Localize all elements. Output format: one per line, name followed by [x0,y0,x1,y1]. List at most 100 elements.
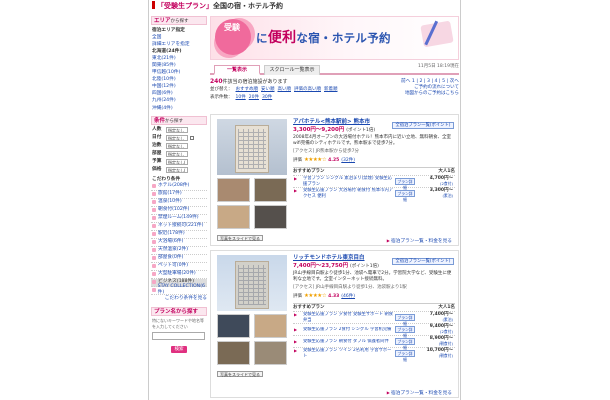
hotel-thumbnail[interactable] [254,178,287,202]
sort-option[interactable]: おすすめ順 [236,87,259,92]
plan-detail-button[interactable]: プラン詳細 [395,190,415,202]
hotel-photo[interactable] [217,255,287,311]
area-links: 宿泊エリア指定 全国 詳細エリアを指定 北海道(24件) 東北(21件) 関東(85件) 甲… [151,27,207,112]
hotel-thumbnail[interactable] [254,314,287,338]
plan-detail-button[interactable]: プラン詳細 [395,338,415,350]
sort-option[interactable]: 高い順 [278,87,292,92]
title-text: 全国の宿・ホテル予約 [213,2,283,10]
category-item[interactable]: ホテル(208件) [151,183,207,191]
condition-select[interactable]: 指定なし [166,134,188,141]
plan-search-heading: プラン名から探す [151,306,207,316]
plan-list-button[interactable]: 全宿泊プラン一覧(ポイント) [392,258,454,265]
hotel-thumbnail[interactable] [217,205,250,229]
condition-select[interactable]: 指定なし(上限) [166,158,188,165]
hotel-price: 3,300円〜9,200円 (ポイント1倍) [293,127,376,133]
sort-option[interactable]: 評価の高い順 [294,87,321,92]
category-item[interactable]: 大型駐車場(20件) [151,271,207,279]
plan-rates-link[interactable]: 宿泊プラン一覧・料金を見る [387,390,452,397]
condition-label: 泊数 [152,142,162,148]
hotel-thumbnail[interactable] [217,341,250,365]
plan-row: 受験生応援プラン 2食付 シングル 学習机完備プラン詳細 9,400円〜(2食付) [293,323,455,338]
result-count: 240 [210,77,223,85]
condition-select[interactable]: 指定なし(上限) [166,166,188,173]
tab-list[interactable]: 一覧表示 [214,65,260,75]
search-button[interactable]: 検索 [171,345,187,353]
area-link[interactable]: 詳細エリアを指定 [151,41,207,48]
area-link[interactable]: 九州(24件) [151,97,207,104]
hotel-name[interactable]: アパホテル<熊本駅前> 熊本市 [293,119,370,126]
title-marker-icon [152,1,155,9]
hotel-thumbnail[interactable] [217,178,250,202]
plan-title[interactable]: 受験生応援プラン 朝食付 ダブル 保護者同伴 [293,339,395,345]
plan-title[interactable]: 受験生応援プラン 2食付 シングル 学習机完備 [293,327,395,333]
area-link[interactable]: 東北(21件) [151,55,207,62]
area-link[interactable]: 四国(6件) [151,90,207,97]
review-link[interactable]: (32件) [341,158,355,164]
hotel-price: 7,400円〜23,750円 (ポイント1倍) [293,263,379,269]
category-item[interactable]: 大浴場(6件) [151,239,207,247]
category-item[interactable]: 温泉(10件) [151,199,207,207]
plan-title[interactable]: 受験生応援プラン ツイン 2名利用 学習サポート [293,348,395,359]
category-item[interactable]: 朝食付(102件) [151,207,207,215]
category-list: ホテル(208件) 旅館(17件) 温泉(10件) 朝食付(102件) 禁煙ルーム(14… [151,183,207,295]
gallery-button[interactable]: 写真をスライドで見る [217,235,263,241]
display-count-option[interactable]: 10件 [236,95,246,100]
condition-label: 予算 [152,158,162,164]
plan-title[interactable]: 受験生応援プラン 大浴場付 朝食付 熊本市内アクセス 便利 [293,188,395,199]
area-link[interactable]: 中国(12件) [151,83,207,90]
hotel-photo[interactable] [217,119,287,175]
area-link[interactable]: 全国 [151,34,207,41]
keyword-input[interactable] [152,331,205,340]
plan-price: 10,700円〜 (朝食付) [419,348,455,358]
sort-option[interactable]: 安い順 [261,87,275,92]
area-link[interactable]: 沖縄(4件) [151,105,207,112]
hotel-thumbnail[interactable] [217,314,250,338]
plan-row: 受験生応援プラン 夕食付 受験生サポート 朝食弁当プラン詳細 7,400円〜(素泊… [293,311,455,326]
condition-select[interactable]: 指定なし [166,142,188,149]
area-link[interactable]: 関東(85件) [151,62,207,69]
plan-title[interactable]: 受験生応援プラン 夕食付 受験生サポート 朝食弁当 [293,312,395,323]
condition-select[interactable]: 指定なし [166,150,188,157]
plan-title[interactable]: 学習プラン シングル 素泊まり(禁煙) 受験生応援プラン [293,176,395,187]
category-item[interactable]: ペット可(0件) [151,263,207,271]
plan-detail-button[interactable]: プラン詳細 [395,326,415,338]
plan-detail-button[interactable]: プラン詳細 [395,350,415,362]
category-item[interactable]: 天然温泉(2件) [151,247,207,255]
hotel-name[interactable]: リッチモンドホテル東京目白 [293,255,365,262]
condition-row: 予算指定なし(上限) [152,158,207,165]
category-label: 朝食付(102件) [158,207,190,213]
area-link[interactable]: 甲信越(10件) [151,69,207,76]
date-undecided-checkbox[interactable] [190,135,194,140]
category-item[interactable]: 旅館(17件) [151,191,207,199]
condition-select[interactable]: 指定なし [166,126,188,133]
plan-rates-link[interactable]: 宿泊プラン一覧・料金を見る [387,238,452,245]
pagination[interactable]: 前へ 1 | 2 | 3 | 4 | 5 | 次へ [401,79,459,85]
rating-stars-icon: ★★★★☆ [304,293,327,299]
hotel-thumbnail[interactable] [254,341,287,365]
display-count-option[interactable]: 20件 [249,95,259,100]
category-item[interactable]: 駅近(178件) [151,231,207,239]
category-item[interactable]: STAY COLLECTION(6件) [151,284,207,295]
map-reservation-link[interactable]: 地図からのご予約はこちら [405,91,459,97]
plan-price: 3,300円〜 (素泊) [419,188,455,198]
plan-detail-button[interactable]: プラン詳細 [395,314,415,326]
category-label: 禁煙ルーム(149件) [158,215,199,221]
updated-time: 11月5日 18:19現在 [418,64,459,69]
plan-detail-button[interactable]: プラン詳細 [395,178,415,190]
gallery-button[interactable]: 写真をスライドで見る [217,371,263,377]
display-count-option[interactable]: 30件 [262,95,272,100]
category-item[interactable]: ネット接続可(221件) [151,223,207,231]
tab-scroll[interactable]: スクロール一覧表示 [264,65,320,75]
plan-table: おすすめプラン大人1名 学習プラン シングル 素泊まり(禁煙) 受験生応援プラン… [293,167,455,202]
review-link[interactable]: (46件) [341,294,355,300]
category-label: ネット接続可(221件) [158,223,204,229]
plan-list-button[interactable]: 全宿泊プラン一覧(ポイント) [392,122,454,129]
area-link[interactable]: 北陸(10件) [151,76,207,83]
category-item[interactable]: 部屋食(0件) [151,255,207,263]
category-item[interactable]: 禁煙ルーム(149件) [151,215,207,223]
hotel-thumbnail[interactable] [254,205,287,229]
condition-row: 人数 指定なし [152,126,207,133]
banner: 受験 に便利な宿・ホテル予約 [210,16,459,60]
sort-option[interactable]: 新着順 [324,87,338,92]
category-icon [152,200,156,205]
